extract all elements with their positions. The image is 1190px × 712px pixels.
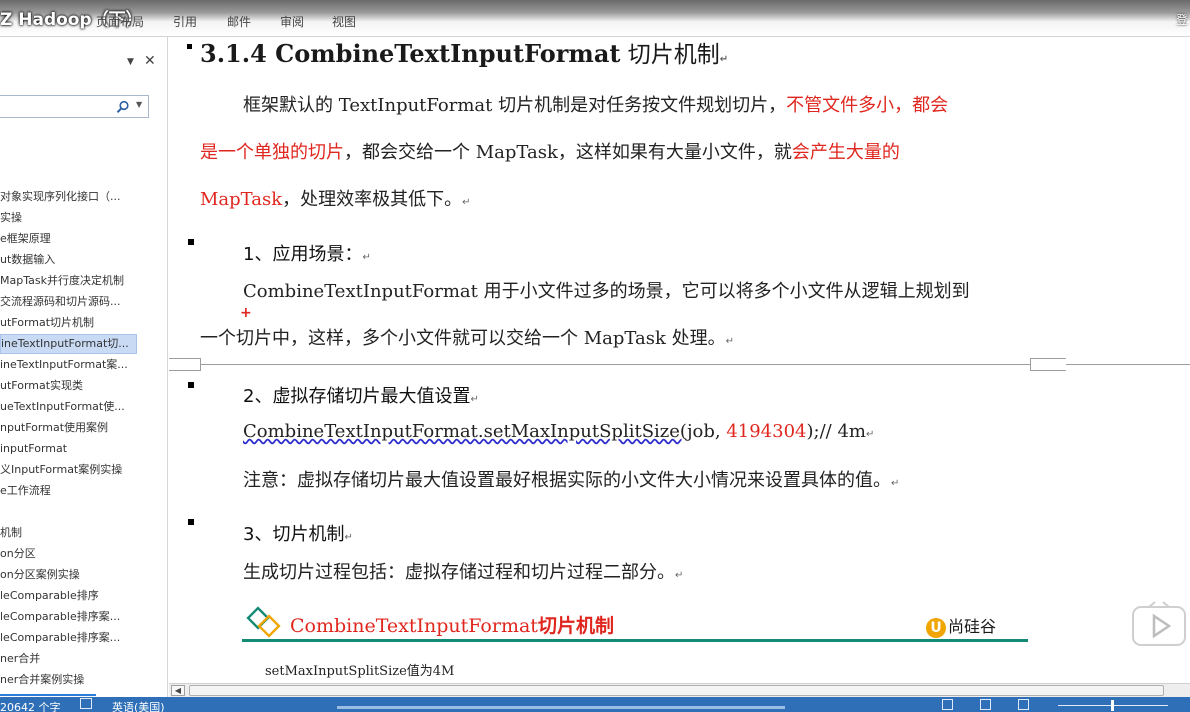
zoom-slider-thumb[interactable] xyxy=(1111,700,1114,711)
nav-heading-item[interactable]: ueTextInputFormat使... xyxy=(0,397,137,417)
nav-heading-item[interactable]: utFormat切片机制 xyxy=(0,313,137,333)
slide-title: CombineTextInputFormat切片机制 xyxy=(290,615,614,637)
section-3-line-1: 生成切片过程包括：虚拟存储过程和切片过程二部分。↵ xyxy=(243,562,684,583)
nav-heading-item[interactable]: 交流程源码和切片源码... xyxy=(0,292,137,312)
tab-mailings[interactable]: 邮件 xyxy=(227,13,251,30)
status-bar: 20642 个字 英语(美国) xyxy=(0,697,1190,712)
brand-u-icon: U xyxy=(926,617,946,638)
video-progress-bar[interactable] xyxy=(337,706,785,709)
slide-logo-icon xyxy=(246,606,281,638)
nav-heading-item[interactable]: 对象实现序列化接口（... xyxy=(0,187,137,207)
video-play-icon[interactable] xyxy=(1131,601,1187,649)
nav-heading-item[interactable]: MapTask并行度决定机制 xyxy=(0,271,137,291)
section-1-line-2: 一个切片中，这样，多个小文件就可以交给一个 MapTask 处理。↵ xyxy=(200,328,735,349)
nav-heading-item[interactable]: nputFormat使用案例 xyxy=(0,418,137,438)
section-1-bullet-icon xyxy=(188,239,194,245)
web-layout-icon[interactable] xyxy=(1018,699,1029,710)
language-indicator[interactable]: 英语(美国) xyxy=(112,699,165,712)
slide-caption: setMaxInputSplitSize值为4M xyxy=(265,664,455,679)
nav-heading-item[interactable]: leComparable排序案... xyxy=(0,607,137,627)
body-paragraph-line-2: 是一个单独的切片，都会交给一个 MapTask，这样如果有大量小文件，就会产生大… xyxy=(200,142,900,163)
nav-heading-item[interactable]: leComparable排序案... xyxy=(0,628,137,648)
body-paragraph-line-1: 框架默认的 TextInputFormat 切片机制是对任务按文件规划切片，不管… xyxy=(243,95,949,116)
slide-title-rule xyxy=(242,639,1028,642)
pane-options-chevron-icon[interactable]: ▼ xyxy=(127,57,134,67)
body-paragraph-line-3: MapTask，处理效率极其低下。↵ xyxy=(200,189,471,210)
nav-heading-item[interactable]: ineTextInputFormat切... xyxy=(0,334,137,354)
ribbon-bar: Z Hadoop（下） 页面布局 引用 邮件 审阅 视图 登 xyxy=(0,0,1190,36)
nav-heading-item[interactable]: on分区 xyxy=(0,544,137,564)
nav-heading-item[interactable]: 实操 xyxy=(0,208,137,228)
section-1-title: 1、应用场景：↵ xyxy=(243,244,371,265)
read-mode-icon[interactable] xyxy=(942,699,953,710)
horizontal-scrollbar[interactable]: ◀ xyxy=(169,683,1190,697)
print-layout-icon[interactable] xyxy=(980,699,991,710)
scrollbar-thumb[interactable] xyxy=(189,685,1164,696)
document-page[interactable]: 3.1.4 CombineTextInputFormat 切片机制↵ 框架默认的… xyxy=(169,37,1190,683)
page-margin-corner-right xyxy=(1030,358,1066,371)
code-line: CombineTextInputFormat.setMaxInputSplitS… xyxy=(243,421,875,442)
nav-heading-item[interactable]: leComparable排序 xyxy=(0,586,137,606)
search-options-chevron-icon[interactable]: ▼ xyxy=(136,100,142,109)
nav-heading-item[interactable] xyxy=(0,502,137,522)
close-icon[interactable]: ✕ xyxy=(144,53,156,69)
tab-page-layout[interactable]: 页面布局 xyxy=(96,13,144,30)
nav-heading-item[interactable]: e工作流程 xyxy=(0,481,137,501)
nav-search-box: ▼ xyxy=(0,95,149,118)
nav-heading-item[interactable]: inputFormat xyxy=(0,439,137,459)
nav-heading-item[interactable]: 机制 xyxy=(0,523,137,543)
nav-heading-item[interactable]: e框架原理 xyxy=(0,229,137,249)
proofing-icon[interactable] xyxy=(80,698,92,709)
section-1-line-1: CombineTextInputFormat 用于小文件过多的场景，它可以将多个… xyxy=(243,281,970,302)
nav-heading-item[interactable]: ineTextInputFormat案... xyxy=(0,355,137,375)
section-heading: 3.1.4 CombineTextInputFormat 切片机制↵ xyxy=(200,39,729,68)
tab-references[interactable]: 引用 xyxy=(173,13,197,30)
tab-review[interactable]: 审阅 xyxy=(280,13,304,30)
scroll-left-icon[interactable]: ◀ xyxy=(171,685,185,696)
nav-heading-item[interactable]: utFormat实现类 xyxy=(0,376,137,396)
section-3-title: 3、切片机制↵ xyxy=(243,524,353,545)
nav-search-input[interactable] xyxy=(2,98,112,115)
tab-view[interactable]: 视图 xyxy=(332,13,356,30)
slide-brand-logo: U 尚硅谷 xyxy=(926,613,996,638)
word-count[interactable]: 20642 个字 xyxy=(0,699,61,712)
nav-scroll-indicator xyxy=(0,694,96,696)
cursor-cross-icon: + xyxy=(240,305,252,321)
section-3-bullet-icon xyxy=(188,519,194,525)
search-icon[interactable] xyxy=(116,100,130,114)
nav-heading-item[interactable]: ner合并 xyxy=(0,649,137,669)
nav-heading-item[interactable]: on分区案例实操 xyxy=(0,565,137,585)
heading-bullet-icon xyxy=(187,44,192,49)
nav-heading-item[interactable]: ner合并案例实操 xyxy=(0,670,137,690)
section-2-note: 注意：虚拟存储切片最大值设置最好根据实际的小文件大小情况来设置具体的值。↵ xyxy=(243,470,900,491)
nav-heading-item[interactable]: 义InputFormat案例实操 xyxy=(0,460,137,480)
nav-heading-item[interactable]: ut数据输入 xyxy=(0,250,137,270)
navigation-pane: ▼ ✕ ▼ 对象实现序列化接口（... 实操 e框架原理 ut数据输入 MapTask并… xyxy=(0,37,168,697)
page-margin-corner-left xyxy=(169,358,201,371)
sign-in-label[interactable]: 登 xyxy=(1176,11,1188,28)
section-2-title: 2、虚拟存储切片最大值设置↵ xyxy=(243,386,479,407)
section-2-bullet-icon xyxy=(188,382,194,388)
